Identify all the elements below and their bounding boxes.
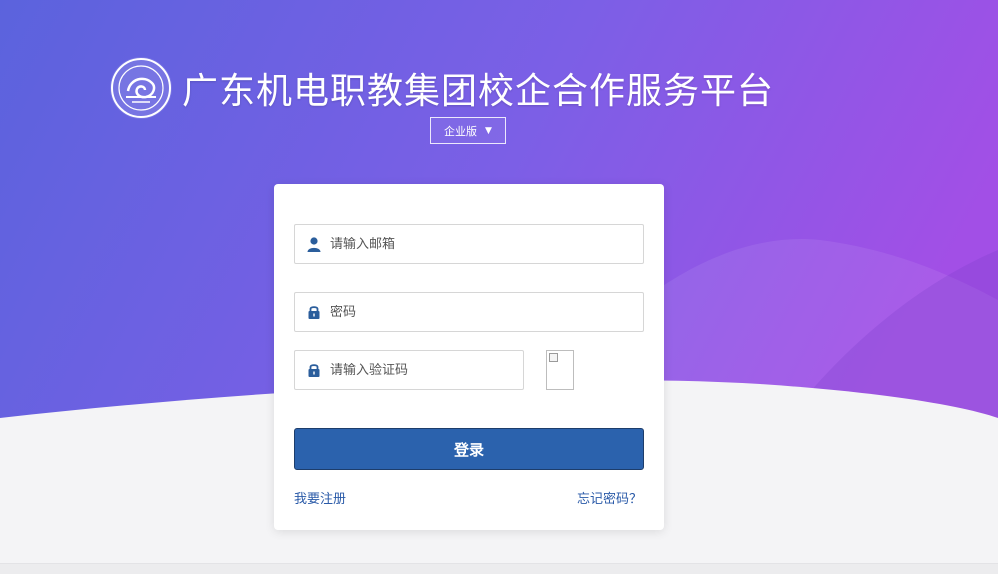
forgot-password-link[interactable]: 忘记密码？ [577,488,642,507]
register-link[interactable]: 我要注册 [294,488,346,507]
email-field[interactable] [294,224,644,264]
header: 广东机电职教集团校企合作服务平台 [110,57,775,119]
password-field[interactable] [294,292,644,332]
email-input[interactable] [330,236,643,252]
page-title: 广东机电职教集团校企合作服务平台 [182,71,775,112]
footer-divider [0,563,998,574]
captcha-image[interactable] [546,350,574,390]
login-button[interactable]: 登录 [294,428,644,470]
password-input[interactable] [330,304,643,320]
version-select[interactable]: 企业版 ▼ [430,117,506,144]
user-icon [307,237,321,252]
lock-icon [308,364,320,377]
login-card: 登录 我要注册 忘记密码？ [274,184,664,530]
captcha-input[interactable] [330,362,523,378]
lock-icon [308,306,320,319]
version-select-value: 企业版 [444,124,478,138]
caret-down-icon: ▼ [485,125,492,136]
school-seal-logo-icon [110,57,172,119]
captcha-field[interactable] [294,350,524,390]
